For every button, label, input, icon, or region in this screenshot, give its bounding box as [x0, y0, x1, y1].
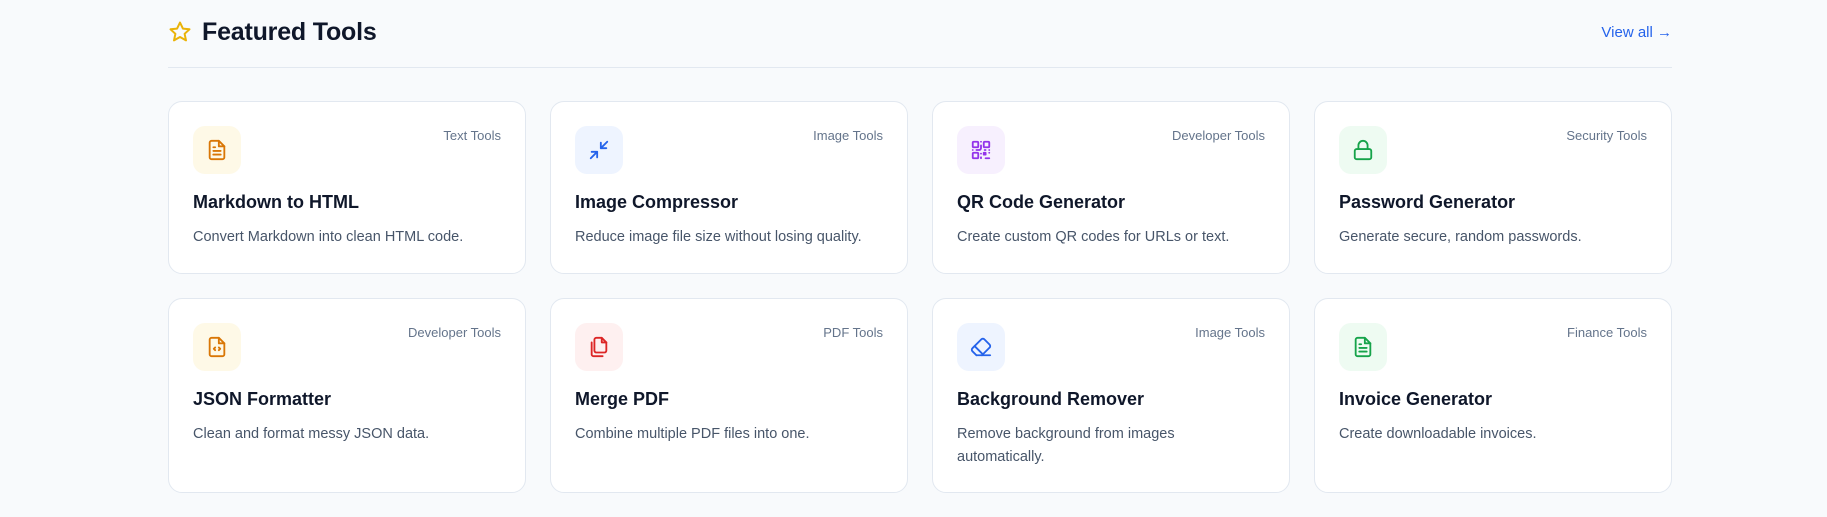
- tool-category: Text Tools: [443, 128, 501, 143]
- title-group: Featured Tools: [168, 18, 377, 47]
- tool-category: PDF Tools: [823, 325, 883, 340]
- card-top: Text Tools: [193, 126, 501, 174]
- tool-name: Background Remover: [957, 389, 1145, 409]
- tool-description: Create downloadable invoices.: [1339, 426, 1537, 442]
- tool-card-image-compressor[interactable]: Image Tools Image Compressor Reduce image …: [550, 101, 908, 274]
- tool-name: JSON Formatter: [193, 389, 332, 409]
- tool-category: Finance Tools: [1567, 325, 1647, 340]
- tool-description: Clean and format messy JSON data.: [193, 426, 430, 442]
- tool-description: Reduce image file size without losing qu…: [575, 229, 862, 245]
- tool-card-invoice-generator[interactable]: Finance Tools Invoice Generator Create dow…: [1314, 298, 1672, 493]
- tool-name: Merge PDF: [575, 389, 670, 409]
- tool-category: Security Tools: [1566, 128, 1647, 143]
- tool-name: Markdown to HTML: [193, 192, 359, 212]
- card-top: Security Tools: [1339, 126, 1647, 174]
- tool-description: Remove background from images automatica…: [957, 426, 1175, 465]
- star-icon: [168, 20, 192, 44]
- tool-description: Create custom QR codes for URLs or text.: [957, 229, 1230, 245]
- card-top: PDF Tools: [575, 323, 883, 371]
- tool-name: Image Compressor: [575, 192, 739, 212]
- qr-code-icon: [957, 126, 1005, 174]
- tool-category: Image Tools: [1195, 325, 1265, 340]
- tool-category: Image Tools: [813, 128, 883, 143]
- tool-name: Password Generator: [1339, 192, 1516, 212]
- tool-name: Invoice Generator: [1339, 389, 1493, 409]
- tool-category: Developer Tools: [408, 325, 501, 340]
- section-title: Featured Tools: [202, 17, 377, 46]
- tool-card-markdown-to-html[interactable]: Text Tools Markdown to HTML Convert Markdo…: [168, 101, 526, 274]
- featured-tools-section: Featured Tools View all → Text Tools Mark…: [168, 0, 1672, 493]
- code-file-icon: [193, 323, 241, 371]
- lock-icon: [1339, 126, 1387, 174]
- tool-card-json-formatter[interactable]: Developer Tools JSON Formatter Clean and f…: [168, 298, 526, 493]
- tool-description: Generate secure, random passwords.: [1339, 229, 1582, 245]
- tool-category: Developer Tools: [1172, 128, 1265, 143]
- tool-card-qr-code-generator[interactable]: Developer Tools QR Code Generator Create c…: [932, 101, 1290, 274]
- card-top: Image Tools: [575, 126, 883, 174]
- tool-description: Combine multiple PDF files into one.: [575, 426, 810, 442]
- card-top: Developer Tools: [193, 323, 501, 371]
- view-all-link[interactable]: View all →: [1601, 24, 1672, 41]
- eraser-icon: [957, 323, 1005, 371]
- tool-description: Convert Markdown into clean HTML code.: [193, 229, 464, 245]
- copy-files-icon: [575, 323, 623, 371]
- tool-card-background-remover[interactable]: Image Tools Background Remover Remove back…: [932, 298, 1290, 493]
- tool-name: QR Code Generator: [957, 192, 1126, 212]
- document-icon: [193, 126, 241, 174]
- card-top: Finance Tools: [1339, 323, 1647, 371]
- tool-card-merge-pdf[interactable]: PDF Tools Merge PDF Combine multiple PDF f…: [550, 298, 908, 493]
- card-top: Image Tools: [957, 323, 1265, 371]
- compress-arrows-icon: [575, 126, 623, 174]
- tool-card-password-generator[interactable]: Security Tools Password Generator Generate…: [1314, 101, 1672, 274]
- spreadsheet-icon: [1339, 323, 1387, 371]
- card-top: Developer Tools: [957, 126, 1265, 174]
- tools-grid: Text Tools Markdown to HTML Convert Markdo…: [168, 101, 1672, 493]
- section-header: Featured Tools View all →: [168, 0, 1672, 68]
